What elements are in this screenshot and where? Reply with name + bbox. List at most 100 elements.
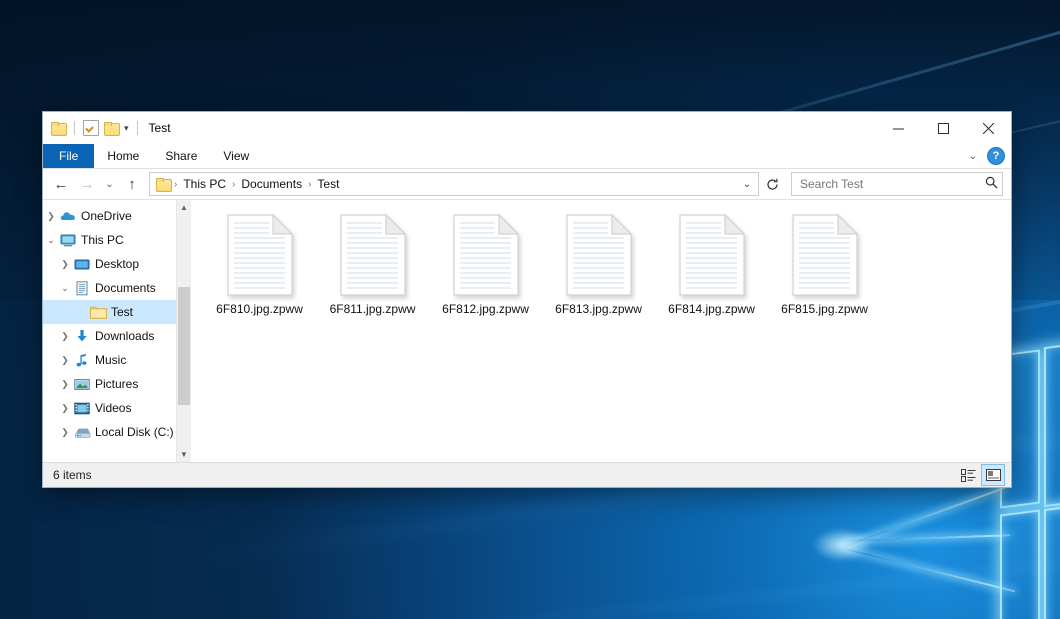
breadcrumb: › This PC › Documents › Test: [173, 177, 738, 191]
breadcrumb-item-test[interactable]: Test: [312, 177, 344, 191]
navigation-pane-scrollbar[interactable]: ▲ ▼: [176, 200, 191, 462]
file-name-label: 6F813.jpg.zpww: [555, 302, 642, 316]
breadcrumb-item-this-pc[interactable]: This PC: [178, 177, 231, 191]
sidebar-item-this-pc[interactable]: ⌄ This PC: [43, 228, 191, 252]
document-icon: [73, 281, 91, 296]
help-button[interactable]: ?: [987, 147, 1005, 165]
chevron-down-icon[interactable]: ⌄: [57, 283, 73, 294]
recent-locations-chevron-icon[interactable]: ⌄: [101, 172, 118, 196]
folder-icon: [156, 178, 171, 191]
list-item[interactable]: 6F810.jpg.zpww: [203, 210, 316, 339]
expand-ribbon-chevron-icon[interactable]: ⌄: [969, 151, 977, 162]
large-icons-view-button[interactable]: [981, 464, 1005, 486]
list-item[interactable]: 6F815.jpg.zpww: [768, 210, 881, 339]
download-icon: [73, 329, 91, 344]
generic-file-icon: [792, 214, 858, 296]
chevron-down-icon[interactable]: ▾: [124, 124, 129, 133]
windows-logo-pane: [1044, 341, 1060, 507]
scroll-up-arrow-icon[interactable]: ▲: [177, 200, 191, 215]
properties-checkbox-icon[interactable]: [83, 120, 99, 136]
sidebar-item-desktop[interactable]: ❯ Desktop: [43, 252, 191, 276]
address-bar-row: ← → ⌄ ↑ › This PC › Documents › Test ⌄: [43, 169, 1011, 199]
chevron-right-icon[interactable]: ❯: [57, 427, 73, 438]
pictures-icon: [73, 378, 91, 391]
windows-logo-pane: [1044, 503, 1060, 619]
sidebar-item-label: This PC: [77, 233, 124, 247]
tab-view[interactable]: View: [210, 144, 262, 168]
sidebar-item-label: Pictures: [91, 377, 138, 391]
tab-share[interactable]: Share: [152, 144, 210, 168]
chevron-right-icon[interactable]: ❯: [57, 403, 73, 414]
wallpaper-glow-point: [812, 528, 872, 562]
address-dropdown-chevron-icon[interactable]: ⌄: [738, 179, 756, 190]
sidebar-item-label: Music: [91, 353, 126, 367]
sidebar-item-onedrive[interactable]: ❯ OneDrive: [43, 204, 191, 228]
search-box[interactable]: [791, 172, 1003, 196]
sidebar-item-videos[interactable]: ❯ Videos: [43, 396, 191, 420]
chevron-right-icon[interactable]: ❯: [57, 331, 73, 342]
file-explorer-window: ▾ Test File Home Share View ⌄ ? ← →: [42, 111, 1012, 488]
chevron-right-icon[interactable]: ❯: [57, 259, 73, 270]
sidebar-item-test[interactable]: Test: [43, 300, 191, 324]
generic-file-icon: [566, 214, 632, 296]
file-list-pane[interactable]: 6F810.jpg.zpww: [191, 200, 1011, 462]
drive-icon: [73, 426, 91, 439]
file-name-label: 6F810.jpg.zpww: [216, 302, 303, 316]
title-bar: ▾ Test: [43, 112, 1011, 144]
window-controls: [876, 112, 1011, 144]
file-name-label: 6F815.jpg.zpww: [781, 302, 868, 316]
maximize-button[interactable]: [921, 112, 966, 144]
file-name-label: 6F811.jpg.zpww: [330, 302, 416, 316]
forward-arrow-icon[interactable]: →: [75, 172, 99, 196]
tab-file[interactable]: File: [43, 144, 94, 168]
search-input[interactable]: [798, 176, 985, 192]
toolbar-separator: [74, 121, 75, 135]
folder-icon: [89, 305, 107, 319]
status-bar: 6 items: [43, 462, 1011, 487]
sidebar-item-downloads[interactable]: ❯ Downloads: [43, 324, 191, 348]
minimize-button[interactable]: [876, 112, 921, 144]
list-item[interactable]: 6F812.jpg.zpww: [429, 210, 542, 339]
windows-logo-pane: [1000, 510, 1040, 619]
chevron-down-icon[interactable]: ⌄: [43, 235, 59, 246]
up-arrow-icon[interactable]: ↑: [120, 172, 144, 196]
sidebar-item-label: Test: [107, 305, 133, 319]
address-bar[interactable]: › This PC › Documents › Test ⌄: [149, 172, 759, 196]
breadcrumb-item-documents[interactable]: Documents: [236, 177, 307, 191]
desktop-icon: [73, 258, 91, 271]
refresh-icon[interactable]: [761, 173, 783, 195]
videos-icon: [73, 402, 91, 415]
sidebar-item-label: Documents: [91, 281, 156, 295]
new-folder-icon[interactable]: [104, 122, 119, 135]
window-title: Test: [149, 121, 171, 135]
sidebar-item-label: Desktop: [91, 257, 139, 271]
ribbon-tab-bar: File Home Share View ⌄ ?: [43, 144, 1011, 169]
generic-file-icon: [453, 214, 519, 296]
sidebar-item-label: Videos: [91, 401, 131, 415]
file-grid: 6F810.jpg.zpww: [203, 210, 1011, 339]
folder-icon[interactable]: [51, 122, 66, 135]
explorer-body: ❯ OneDrive ⌄ This PC: [43, 199, 1011, 462]
music-icon: [73, 353, 91, 368]
scrollbar-thumb[interactable]: [178, 287, 190, 405]
monitor-icon: [59, 234, 77, 247]
list-item[interactable]: 6F813.jpg.zpww: [542, 210, 655, 339]
chevron-right-icon[interactable]: ❯: [57, 379, 73, 390]
sidebar-item-local-disk-c[interactable]: ❯ Local Disk (C:): [43, 420, 191, 444]
search-icon[interactable]: [985, 176, 998, 192]
tab-home[interactable]: Home: [94, 144, 152, 168]
list-item[interactable]: 6F814.jpg.zpww: [655, 210, 768, 339]
back-arrow-icon[interactable]: ←: [49, 172, 73, 196]
sidebar-item-pictures[interactable]: ❯ Pictures: [43, 372, 191, 396]
ribbon-right-controls: ⌄ ?: [969, 144, 1005, 168]
chevron-right-icon[interactable]: ❯: [43, 211, 59, 222]
chevron-right-icon[interactable]: ❯: [57, 355, 73, 366]
sidebar-item-music[interactable]: ❯ Music: [43, 348, 191, 372]
list-item[interactable]: 6F811.jpg.zpww: [316, 210, 429, 339]
scroll-down-arrow-icon[interactable]: ▼: [177, 447, 191, 462]
sidebar-item-documents[interactable]: ⌄ Documents: [43, 276, 191, 300]
details-view-button[interactable]: [957, 465, 979, 485]
generic-file-icon: [679, 214, 745, 296]
close-button[interactable]: [966, 112, 1011, 144]
scrollbar-track[interactable]: [177, 215, 191, 447]
